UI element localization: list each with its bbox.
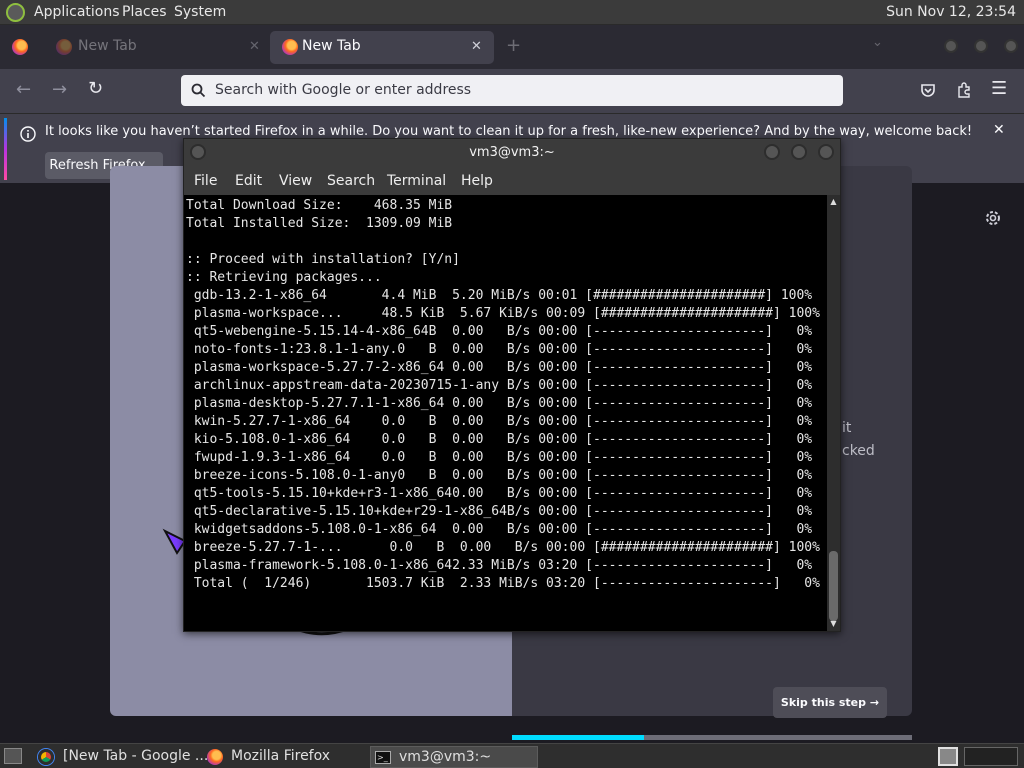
show-desktop-icon[interactable] <box>4 748 22 764</box>
terminal-menubar: File Edit View Search Terminal Help <box>184 167 840 195</box>
list-tabs-chevron-icon[interactable]: ⌄ <box>872 35 883 50</box>
tab-new-tab-2[interactable]: New Tab ✕ <box>270 31 494 64</box>
tab-bar: New Tab ✕ New Tab ✕ + ⌄ <box>0 25 1024 69</box>
terminal-line: Total ( 1/246) 1503.7 KiB 2.33 MiB/s 03:… <box>186 576 820 591</box>
partial-text-2: cked <box>842 443 875 459</box>
firefox-icon <box>12 39 28 55</box>
terminal-line: noto-fonts-1:23.8.1-1-any.0 B 0.00 B/s 0… <box>186 342 813 357</box>
terminal-line: archlinux-appstream-data-20230715-1-any … <box>186 378 813 393</box>
firefox-icon <box>282 39 298 55</box>
reload-icon[interactable]: ↻ <box>88 78 103 99</box>
skip-step-button[interactable]: Skip this step → <box>773 687 887 718</box>
maximize-button[interactable] <box>974 39 988 53</box>
terminal-output: Total Download Size: 468.35 MiB Total Ins… <box>184 197 827 593</box>
terminal-maximize-button[interactable] <box>791 144 807 160</box>
terminal-line: :: Retrieving packages... <box>186 270 382 285</box>
taskbar-item-chrome[interactable]: [New Tab - Google ... <box>36 746 208 768</box>
close-tab-icon[interactable]: ✕ <box>471 39 482 54</box>
url-placeholder: Search with Google or enter address <box>215 82 472 98</box>
terminal-line: kio-5.108.0-1-x86_64 0.0 B 0.00 B/s 00:0… <box>186 432 813 447</box>
terminal-line: breeze-icons-5.108.0-1-any0 B 0.00 B/s 0… <box>186 468 813 483</box>
terminal-minimize-button[interactable] <box>764 144 780 160</box>
terminal-line: fwupd-1.9.3-1-x86_64 0.0 B 0.00 B/s 00:0… <box>186 450 813 465</box>
info-icon <box>20 126 36 142</box>
pocket-icon[interactable] <box>920 82 936 98</box>
back-arrow-icon[interactable]: ← <box>16 79 31 100</box>
search-icon <box>191 83 206 98</box>
workspace-switcher[interactable] <box>938 747 958 766</box>
url-bar[interactable]: Search with Google or enter address <box>181 75 843 106</box>
terminal-line: plasma-workspace-5.27.7-2-x86_64 0.00 B/… <box>186 360 813 375</box>
close-tab-icon[interactable]: ✕ <box>249 39 260 54</box>
terminal-screen[interactable]: Total Download Size: 468.35 MiB Total Ins… <box>184 195 827 631</box>
terminal-icon: >_ <box>375 751 391 764</box>
terminal-line: qt5-tools-5.15.10+kde+r3-1-x86_640.00 B/… <box>186 486 813 501</box>
close-notification-icon[interactable]: ✕ <box>993 122 1005 138</box>
mate-logo-icon[interactable] <box>6 3 25 22</box>
taskbar-item-firefox[interactable]: Mozilla Firefox <box>204 746 364 768</box>
taskbar-label: vm3@vm3:~ <box>399 749 492 765</box>
notification-accent <box>4 118 7 180</box>
terminal-line: breeze-5.27.7-1-... 0.0 B 0.00 B/s 00:00… <box>186 540 820 555</box>
partial-text-1: it <box>842 420 852 436</box>
top-panel: Applications Places System Sun Nov 12, 2… <box>0 0 1024 25</box>
hamburger-menu-icon[interactable]: ☰ <box>991 78 1007 99</box>
terminal-line: plasma-framework-5.108.0-1-x86_642.33 Mi… <box>186 558 813 573</box>
terminal-line: kwin-5.27.7-1-x86_64 0.0 B 0.00 B/s 00:0… <box>186 414 813 429</box>
places-menu[interactable]: Places <box>122 4 167 20</box>
taskbar-label: [New Tab - Google ... <box>63 748 209 764</box>
progress-fill <box>512 735 644 740</box>
terminal-line: gdb-13.2-1-x86_64 4.4 MiB 5.20 MiB/s 00:… <box>186 288 813 303</box>
firefox-icon <box>56 39 72 55</box>
applications-menu[interactable]: Applications <box>34 4 120 20</box>
firefox-icon <box>207 749 223 765</box>
minimize-button[interactable] <box>944 39 958 53</box>
terminal-close-button[interactable] <box>818 144 834 160</box>
notification-text: It looks like you haven’t started Firefo… <box>45 124 973 139</box>
clock[interactable]: Sun Nov 12, 23:54 <box>886 4 1016 20</box>
tab-label: New Tab <box>78 38 137 54</box>
window-menu-button[interactable] <box>190 144 206 160</box>
chrome-icon <box>38 749 54 765</box>
menu-terminal[interactable]: Terminal <box>387 173 446 189</box>
tab-pinned[interactable] <box>4 31 38 64</box>
menu-edit[interactable]: Edit <box>235 173 262 189</box>
new-tab-plus-icon[interactable]: + <box>506 35 521 56</box>
tab-label: New Tab <box>302 38 361 54</box>
menu-search[interactable]: Search <box>327 173 375 189</box>
scroll-down-arrow-icon[interactable]: ▼ <box>829 619 838 629</box>
tab-new-tab-1[interactable]: New Tab ✕ <box>44 31 268 64</box>
gear-icon[interactable] <box>984 209 1002 227</box>
terminal-titlebar[interactable]: vm3@vm3:~ <box>184 139 840 167</box>
extensions-icon[interactable] <box>956 82 972 98</box>
terminal-title: vm3@vm3:~ <box>469 145 555 160</box>
menu-view[interactable]: View <box>279 173 312 189</box>
terminal-line: qt5-webengine-5.15.14-4-x86_64B 0.00 B/s… <box>186 324 813 339</box>
terminal-line: :: Proceed with installation? [Y/n] <box>186 252 460 267</box>
terminal-line: Total Installed Size: 1309.09 MiB <box>186 216 453 231</box>
nav-bar: ← → ↻ Search with Google or enter addres… <box>0 69 1024 113</box>
terminal-window: vm3@vm3:~ File Edit View Search Terminal… <box>183 138 841 632</box>
terminal-line: qt5-declarative-5.15.10+kde+r29-1-x86_64… <box>186 504 813 519</box>
terminal-line: plasma-desktop-5.27.7.1-1-x86_64 0.00 B/… <box>186 396 813 411</box>
forward-arrow-icon[interactable]: → <box>52 79 67 100</box>
bottom-taskbar: [New Tab - Google ... Mozilla Firefox >_… <box>0 743 1024 768</box>
taskbar-item-terminal[interactable]: >_ vm3@vm3:~ <box>370 746 538 768</box>
menu-help[interactable]: Help <box>461 173 493 189</box>
scroll-up-arrow-icon[interactable]: ▲ <box>829 197 838 207</box>
terminal-line: plasma-workspace... 48.5 KiB 5.67 KiB/s … <box>186 306 820 321</box>
terminal-line: kwidgetsaddons-5.108.0-1-x86_64 0.00 B/s… <box>186 522 813 537</box>
onboarding-progress <box>512 735 912 740</box>
terminal-line: Total Download Size: 468.35 MiB <box>186 198 453 213</box>
taskbar-label: Mozilla Firefox <box>231 748 331 764</box>
system-menu[interactable]: System <box>174 4 226 20</box>
menu-file[interactable]: File <box>194 173 217 189</box>
terminal-scrollbar[interactable]: ▲ ▼ <box>827 195 840 631</box>
scrollbar-thumb[interactable] <box>829 551 838 621</box>
workspace-2[interactable] <box>964 747 1018 766</box>
close-button[interactable] <box>1004 39 1018 53</box>
